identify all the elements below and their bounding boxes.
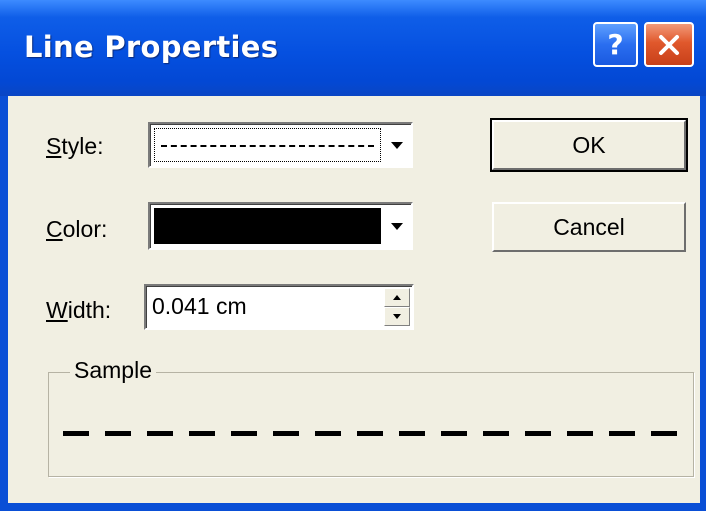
arrow-up-icon: [393, 295, 401, 300]
ok-button[interactable]: OK: [490, 118, 688, 172]
style-dropdown-value: [154, 128, 381, 162]
dialog-window: Line Properties ? Style: Color: Width: 0…: [0, 0, 706, 511]
dialog-body: Style: Color: Width: 0.041 cm OK Cancel …: [8, 96, 700, 503]
ok-button-label: OK: [572, 131, 606, 158]
sample-legend: Sample: [70, 357, 156, 384]
style-dropdown-arrow[interactable]: [385, 126, 409, 164]
window-title: Line Properties: [24, 30, 279, 64]
width-label: Width:: [46, 297, 112, 323]
chevron-down-icon: [391, 141, 403, 149]
close-button[interactable]: [644, 22, 694, 67]
color-dropdown-arrow[interactable]: [385, 206, 409, 246]
help-icon: ?: [607, 28, 624, 61]
style-label: Style:: [46, 133, 104, 159]
width-increment-button[interactable]: [384, 288, 410, 307]
help-button[interactable]: ?: [593, 22, 638, 67]
cancel-button-label: Cancel: [553, 213, 625, 240]
color-dropdown[interactable]: [148, 202, 413, 250]
sample-groupbox: [48, 372, 694, 477]
color-swatch: [154, 208, 381, 244]
cancel-button[interactable]: Cancel: [492, 202, 686, 252]
style-dropdown[interactable]: [148, 122, 413, 168]
arrow-down-icon: [393, 314, 401, 319]
width-spinner[interactable]: 0.041 cm: [144, 284, 414, 330]
color-label: Color:: [46, 216, 108, 242]
chevron-down-icon: [391, 222, 403, 230]
title-bar[interactable]: Line Properties ?: [0, 0, 706, 96]
dashed-line-preview: [161, 145, 374, 147]
sample-line-preview: [63, 431, 683, 436]
width-input[interactable]: 0.041 cm: [152, 293, 247, 320]
width-decrement-button[interactable]: [384, 307, 410, 326]
close-icon: [659, 34, 679, 55]
